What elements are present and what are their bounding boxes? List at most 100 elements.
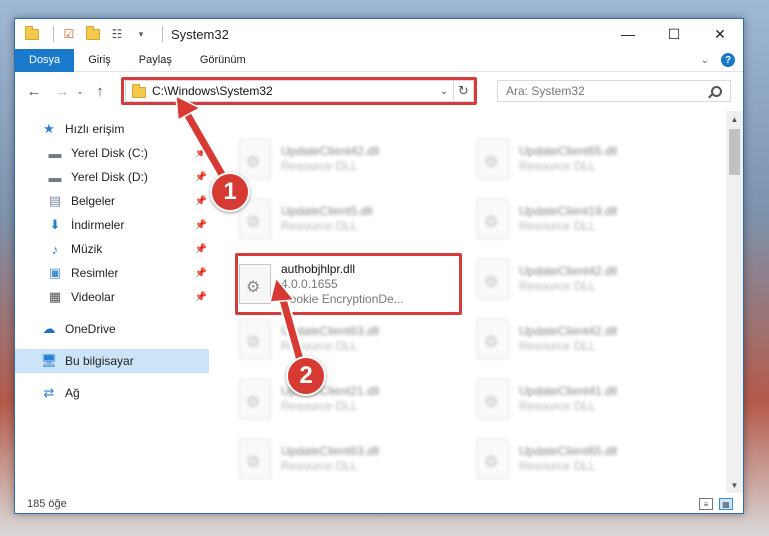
dll-file-icon xyxy=(239,439,271,479)
chevron-down-icon[interactable]: ⌄ xyxy=(435,86,453,97)
pin-icon[interactable]: 📌 xyxy=(195,148,207,159)
file-name: UpdateClient5.dll xyxy=(281,204,373,218)
window-title: System32 xyxy=(171,26,229,42)
documents-icon: ▤ xyxy=(48,193,62,208)
nav-label: OneDrive xyxy=(65,322,116,336)
list-item[interactable]: UpdateClient5.dllResource DLL xyxy=(239,193,459,245)
file-description: Resource DLL xyxy=(281,399,358,413)
nav-item-pictures[interactable]: ▣ Resimler 📌 xyxy=(15,261,209,285)
list-item[interactable]: UpdateClient63.dllResource DLL xyxy=(239,433,459,481)
nav-item-local-disk-d[interactable]: ▬ Yerel Disk (D:) 📌 xyxy=(15,165,209,189)
nav-label: Resimler xyxy=(71,266,119,280)
computer-icon: 🖥 xyxy=(40,353,58,368)
nav-this-pc[interactable]: 🖥 Bu bilgisayar xyxy=(15,349,209,373)
tab-view[interactable]: Görünüm xyxy=(186,49,260,72)
details-view-icon[interactable]: ≡ xyxy=(699,498,713,510)
list-item[interactable]: UpdateClient65.dllResource DLL xyxy=(477,133,697,185)
vertical-scrollbar[interactable]: ▲ ▼ xyxy=(726,111,743,493)
up-button[interactable]: ↑ xyxy=(89,80,111,102)
file-name: UpdateClient65.dll xyxy=(519,144,618,158)
maximize-button[interactable]: ☐ xyxy=(651,19,697,49)
list-item[interactable]: UpdateClient63.dllResource DLL xyxy=(239,313,459,365)
help-icon[interactable]: ? xyxy=(721,53,735,67)
file-name: UpdateClient63.dll xyxy=(281,444,380,458)
nav-label: Ağ xyxy=(65,386,80,400)
file-name: UpdateClient42.dll xyxy=(281,144,380,158)
title-bar: ☑ ☷ ▾ System32 — ☐ ✕ xyxy=(15,19,743,49)
nav-onedrive[interactable]: ☁ OneDrive xyxy=(15,317,209,341)
customize-toolbar-icon[interactable]: ☷ xyxy=(108,25,126,43)
scroll-thumb[interactable] xyxy=(729,129,740,175)
chevron-down-icon[interactable]: ▾ xyxy=(132,25,150,43)
pin-icon[interactable]: 📌 xyxy=(195,220,207,231)
dll-file-icon xyxy=(239,264,271,304)
file-name: UpdateClient19.dll xyxy=(519,204,618,218)
tab-file[interactable]: Dosya xyxy=(15,48,75,72)
scroll-up-icon[interactable]: ▲ xyxy=(726,111,743,127)
list-item-authobjhlpr[interactable]: authobjhlpr.dll 4.0.0.1655 Cookie Encryp… xyxy=(239,257,459,311)
recent-locations-button[interactable]: ⌄ xyxy=(73,80,87,102)
file-list: UpdateClient42.dllResource DLL UpdateCli… xyxy=(215,111,727,481)
properties-icon[interactable]: ☑ xyxy=(60,25,78,43)
tiles-view-icon[interactable]: ▦ xyxy=(719,498,733,510)
nav-item-videos[interactable]: ▦ Videolar 📌 xyxy=(15,285,209,309)
step-badge-2: 2 xyxy=(286,356,326,396)
new-folder-icon[interactable] xyxy=(84,25,102,43)
tab-home[interactable]: Giriş xyxy=(74,49,125,72)
nav-item-local-disk-c[interactable]: ▬ Yerel Disk (C:) 📌 xyxy=(15,141,209,165)
address-bar[interactable]: C:\Windows\System32 ⌄ ↻ xyxy=(125,80,474,102)
search-input[interactable] xyxy=(498,84,698,98)
dll-file-icon xyxy=(239,319,271,359)
list-item[interactable]: UpdateClient21.dllResource DLL xyxy=(239,373,459,425)
minimize-button[interactable]: — xyxy=(605,19,651,49)
list-item[interactable]: UpdateClient42.dllResource DLL xyxy=(239,133,459,185)
list-item[interactable]: UpdateClient19.dllResource DLL xyxy=(477,193,697,245)
nav-item-music[interactable]: ♪ Müzik 📌 xyxy=(15,237,209,261)
back-button[interactable]: ← xyxy=(23,80,45,102)
nav-label: Videolar xyxy=(71,290,115,304)
file-description: Resource DLL xyxy=(519,339,596,353)
divider xyxy=(53,26,54,42)
refresh-button[interactable]: ↻ xyxy=(453,81,473,101)
list-item[interactable]: UpdateClient42.dllResource DLL xyxy=(477,313,697,365)
list-item[interactable]: UpdateClient42.dllResource DLL xyxy=(477,253,697,305)
file-description: Resource DLL xyxy=(519,219,596,233)
pin-icon[interactable]: 📌 xyxy=(195,244,207,255)
search-box[interactable] xyxy=(497,80,731,102)
drive-icon: ▬ xyxy=(48,145,62,161)
forward-button[interactable]: → xyxy=(51,80,73,102)
nav-quick-access[interactable]: ★ Hızlı erişim xyxy=(15,117,209,141)
close-button[interactable]: ✕ xyxy=(697,19,743,49)
scroll-down-icon[interactable]: ▼ xyxy=(726,477,743,493)
quick-access-toolbar: ☑ ☷ ▾ System32 xyxy=(15,19,229,49)
star-icon: ★ xyxy=(43,121,55,136)
nav-label: Hızlı erişim xyxy=(65,122,125,136)
file-name: UpdateClient42.dll xyxy=(519,324,618,338)
nav-label: Belgeler xyxy=(71,194,116,208)
pin-icon[interactable]: 📌 xyxy=(195,196,207,207)
dll-file-icon xyxy=(477,199,509,239)
nav-item-downloads[interactable]: ⬇ İndirmeler 📌 xyxy=(15,213,209,237)
nav-item-documents[interactable]: ▤ Belgeler 📌 xyxy=(15,189,209,213)
pin-icon[interactable]: 📌 xyxy=(195,172,207,183)
expand-ribbon-icon[interactable]: ⌄ xyxy=(701,55,709,66)
pictures-icon: ▣ xyxy=(48,265,62,280)
dll-file-icon xyxy=(477,439,509,479)
step-badge-1: 1 xyxy=(210,172,250,212)
address-row: ← → ⌄ ↑ C:\Windows\System32 ⌄ ↻ xyxy=(15,73,743,109)
file-description: Resource DLL xyxy=(281,159,358,173)
file-description: Resource DLL xyxy=(281,219,358,233)
file-version: 4.0.0.1655 xyxy=(281,276,338,291)
pin-icon[interactable]: 📌 xyxy=(195,292,207,303)
list-item[interactable]: UpdateClient41.dllResource DLL xyxy=(477,373,697,425)
ribbon-tabs: Dosya Giriş Paylaş Görünüm ⌄ ? xyxy=(15,48,743,72)
address-path[interactable]: C:\Windows\System32 xyxy=(152,84,273,98)
pin-icon[interactable]: 📌 xyxy=(195,268,207,279)
nav-label: Bu bilgisayar xyxy=(65,354,134,368)
tab-share[interactable]: Paylaş xyxy=(125,49,186,72)
search-icon[interactable] xyxy=(711,85,722,97)
file-name: UpdateClient65.dll xyxy=(519,444,618,458)
item-count: 185 öğe xyxy=(27,498,67,510)
list-item[interactable]: UpdateClient65.dllResource DLL xyxy=(477,433,697,481)
nav-network[interactable]: ⇄ Ağ xyxy=(15,381,209,405)
